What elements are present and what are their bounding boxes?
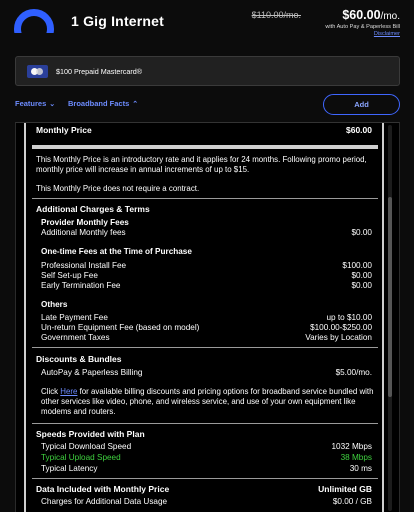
divider: [32, 423, 378, 424]
disclaimer-link[interactable]: Disclaimer: [374, 31, 400, 37]
current-price: $60.00/mo.: [342, 8, 400, 22]
add-button[interactable]: Add: [323, 94, 400, 115]
chevron-down-icon: ⌄: [49, 101, 56, 108]
price-amount: $60.00: [342, 8, 381, 22]
price-note: with Auto Pay & Paperless Bill: [325, 24, 400, 30]
plan-header: 1 Gig Internet $110.00/mo. $60.00/mo. wi…: [0, 0, 414, 55]
bundle-here-link[interactable]: Here: [60, 387, 77, 396]
original-price: $110.00/mo.: [251, 10, 301, 20]
intro-rate-text: This Monthly Price is an introductory ra…: [36, 155, 367, 174]
tab-features[interactable]: Features ⌄: [15, 99, 55, 108]
chevron-up-icon: ⌃: [132, 101, 139, 108]
plan-name: 1 Gig Internet: [71, 13, 165, 29]
broadband-facts-panel[interactable]: Monthly Price $60.00 This Monthly Price …: [15, 122, 400, 512]
divider: [32, 478, 378, 479]
data-included-value: Unlimited GB: [318, 484, 372, 494]
divider: [32, 145, 378, 149]
divider: [32, 347, 378, 348]
bundle-text: Click Here for available billing discoun…: [41, 387, 374, 416]
divider: [32, 198, 378, 199]
scroll-thumb[interactable]: [388, 197, 392, 397]
section-title: Discounts & Bundles: [36, 354, 122, 364]
monthly-price-label: Monthly Price: [36, 125, 92, 135]
promo-offer-bar: $100 Prepaid Mastercard®: [15, 56, 400, 86]
tab-features-label: Features: [15, 99, 47, 108]
tab-broadband-facts[interactable]: Broadband Facts ⌃: [68, 99, 138, 108]
section-title: Data Included with Monthly Price: [36, 484, 170, 494]
mastercard-icon: [27, 65, 48, 78]
tab-broadband-facts-label: Broadband Facts: [68, 99, 130, 108]
facts-scrollbar[interactable]: [388, 125, 392, 511]
promo-offer-label: $100 Prepaid Mastercard®: [56, 67, 143, 76]
section-title: Additional Charges & Terms: [36, 204, 150, 214]
contract-text: This Monthly Price does not require a co…: [36, 184, 200, 193]
price-unit: /mo.: [380, 11, 400, 22]
section-title: Speeds Provided with Plan: [36, 429, 145, 439]
broadband-facts-label: Monthly Price $60.00 This Monthly Price …: [24, 123, 384, 512]
monthly-price-value: $60.00: [346, 125, 372, 135]
brand-arc-icon: [14, 9, 54, 33]
